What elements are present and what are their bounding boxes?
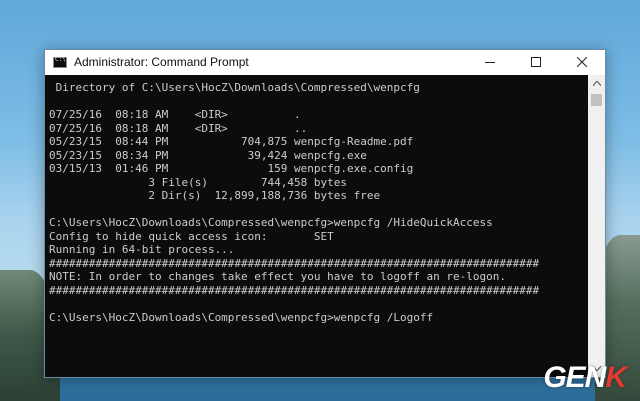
command-prompt-window[interactable]: Administrator: Command Prompt Directory … bbox=[44, 49, 606, 378]
chevron-up-icon bbox=[592, 81, 601, 86]
maximize-button[interactable] bbox=[513, 50, 559, 74]
console-line: Running in 64-bit process... bbox=[49, 243, 235, 256]
console-line: ########################################… bbox=[49, 283, 540, 297]
watermark-main: GEN bbox=[543, 361, 606, 394]
console-line: Directory of C:\Users\HocZ\Downloads\Com… bbox=[49, 81, 420, 94]
console-line: 2 Dir(s) 12,899,188,736 bytes free bbox=[49, 189, 381, 202]
minimize-button[interactable] bbox=[467, 50, 513, 74]
console-line: 07/25/16 08:18 AM <DIR> . bbox=[49, 108, 301, 121]
title-bar[interactable]: Administrator: Command Prompt bbox=[45, 50, 605, 74]
minimize-icon bbox=[485, 62, 495, 63]
console-line: 3 File(s) 744,458 bytes bbox=[49, 175, 348, 189]
close-button[interactable] bbox=[559, 50, 605, 74]
close-icon bbox=[577, 57, 587, 67]
console-line: 05/23/15 08:34 PM 39,424 wenpcfg.exe bbox=[49, 148, 367, 162]
console-line: 07/25/16 08:18 AM <DIR> .. bbox=[49, 121, 308, 135]
watermark-accent: K bbox=[605, 361, 627, 394]
genk-watermark-logo: GENK bbox=[543, 361, 627, 395]
window-title: Administrator: Command Prompt bbox=[74, 55, 249, 69]
cmd-icon bbox=[53, 56, 67, 68]
console-line: ########################################… bbox=[49, 256, 540, 270]
console-line: NOTE: In order to changes take effect yo… bbox=[49, 270, 506, 283]
vertical-scrollbar[interactable] bbox=[588, 75, 605, 377]
console-output[interactable]: Directory of C:\Users\HocZ\Downloads\Com… bbox=[49, 81, 585, 324]
console-line: C:\Users\HocZ\Downloads\Compressed\wenpc… bbox=[49, 310, 434, 324]
console-line: Config to hide quick access icon: SET bbox=[49, 229, 334, 243]
scroll-up-button[interactable] bbox=[588, 75, 605, 92]
maximize-icon bbox=[531, 57, 541, 67]
console-line: C:\Users\HocZ\Downloads\Compressed\wenpc… bbox=[49, 216, 493, 229]
console-line: 05/23/15 08:44 PM 704,875 wenpcfg-Readme… bbox=[49, 135, 414, 148]
console-line: 03/15/13 01:46 PM 159 wenpcfg.exe.config bbox=[49, 162, 414, 175]
console-area[interactable]: Directory of C:\Users\HocZ\Downloads\Com… bbox=[45, 75, 605, 377]
scroll-thumb[interactable] bbox=[591, 94, 602, 106]
window-controls bbox=[467, 50, 605, 74]
